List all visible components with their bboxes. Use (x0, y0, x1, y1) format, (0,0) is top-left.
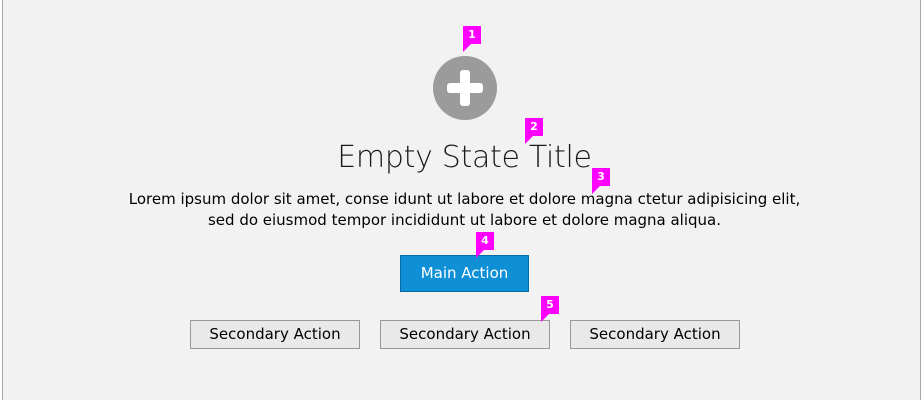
empty-state-title: Empty State Title (337, 140, 592, 175)
description-line-2: sed do eiusmod tempor incididunt ut labo… (207, 211, 722, 229)
annotation-marker-4: 4 (476, 232, 494, 258)
annotation-marker-3: 3 (592, 168, 610, 194)
annotation-marker-5: 5 (541, 296, 559, 322)
description-line-1: Lorem ipsum dolor sit amet, conse idunt … (128, 190, 801, 208)
annotation-marker-2: 2 (525, 118, 543, 144)
main-action-button[interactable]: Main Action (400, 255, 529, 292)
empty-state-panel: Empty State Title Lorem ipsum dolor sit … (2, 0, 921, 400)
secondary-action-button-3[interactable]: Secondary Action (570, 320, 740, 349)
empty-state-description: Lorem ipsum dolor sit amet, conse idunt … (3, 189, 923, 231)
secondary-action-button-2[interactable]: Secondary Action (380, 320, 550, 349)
plus-circle-icon[interactable] (433, 56, 497, 120)
secondary-action-button-1[interactable]: Secondary Action (190, 320, 360, 349)
annotation-marker-1: 1 (463, 26, 481, 52)
plus-bar-vertical (460, 70, 470, 106)
